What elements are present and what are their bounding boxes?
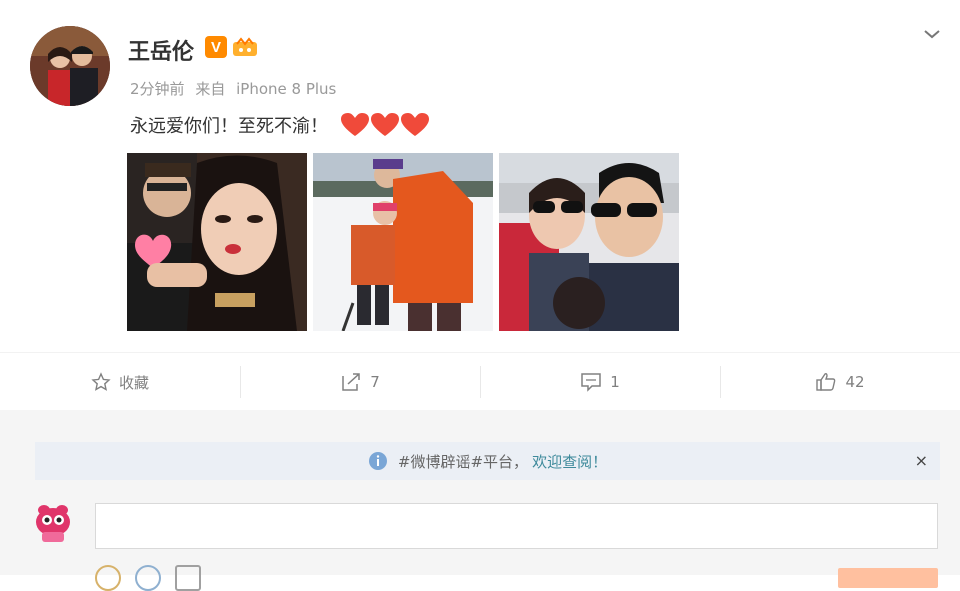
comment-submit-button[interactable] [838,568,938,588]
favorite-label: 收藏 [118,373,149,392]
comment-icon [581,373,601,392]
post-meta: 2分钟前 来自 iPhone 8 Plus [130,78,336,99]
hearts [340,112,430,138]
image-icon[interactable] [175,565,201,591]
heart-icon [341,113,369,136]
post-time[interactable]: 2分钟前 [130,80,185,98]
close-icon[interactable]: × [915,451,928,470]
badges: V [205,36,259,58]
comment-area: #微博辟谣#平台， 欢迎查阅！ × [0,410,960,591]
avatar[interactable] [30,26,110,106]
chevron-down-icon[interactable] [920,22,944,46]
photo-2[interactable] [313,153,493,331]
notice-link[interactable]: 欢迎查阅！ [532,451,607,472]
username[interactable]: 王岳伦 [128,34,194,66]
heart-icon [401,113,429,136]
repost-button[interactable]: 7 [240,366,480,398]
favorite-button[interactable]: 收藏 [0,372,240,393]
info-icon [368,452,387,470]
source-prefix: 来自 [195,80,226,98]
repost-count: 7 [370,373,380,391]
weibo-post: 王岳伦 V 2分钟前 来自 iPhone 8 Plus 永远爱你们！至死不渝！ [0,0,960,410]
comment-input[interactable] [95,503,938,549]
action-bar: 收藏 7 1 42 [0,352,960,411]
photo-1[interactable] [127,153,307,331]
notice-text: #微博辟谣#平台， [397,452,529,471]
post-text: 永远爱你们！至死不渝！ [130,116,328,137]
like-button[interactable]: 42 [720,366,960,398]
emoji-icon[interactable] [95,565,121,591]
topic-icon[interactable] [135,565,161,591]
current-user-avatar [30,500,76,546]
star-icon [91,372,111,391]
photo-3[interactable] [499,153,679,331]
comment-button[interactable]: 1 [480,366,720,398]
rumor-notice: #微博辟谣#平台， 欢迎查阅！ × [35,442,940,480]
device-source[interactable]: iPhone 8 Plus [236,80,336,98]
crown-icon [233,37,257,56]
post-content: 永远爱你们！至死不渝！ [130,112,430,138]
heart-icon [371,113,399,136]
comment-count: 1 [610,373,620,391]
repost-icon [342,373,360,391]
like-count: 42 [845,373,865,391]
comment-toolbar [95,565,201,591]
thumb-up-icon [816,373,836,391]
photo-grid [127,153,679,331]
verified-badge: V [205,36,227,58]
